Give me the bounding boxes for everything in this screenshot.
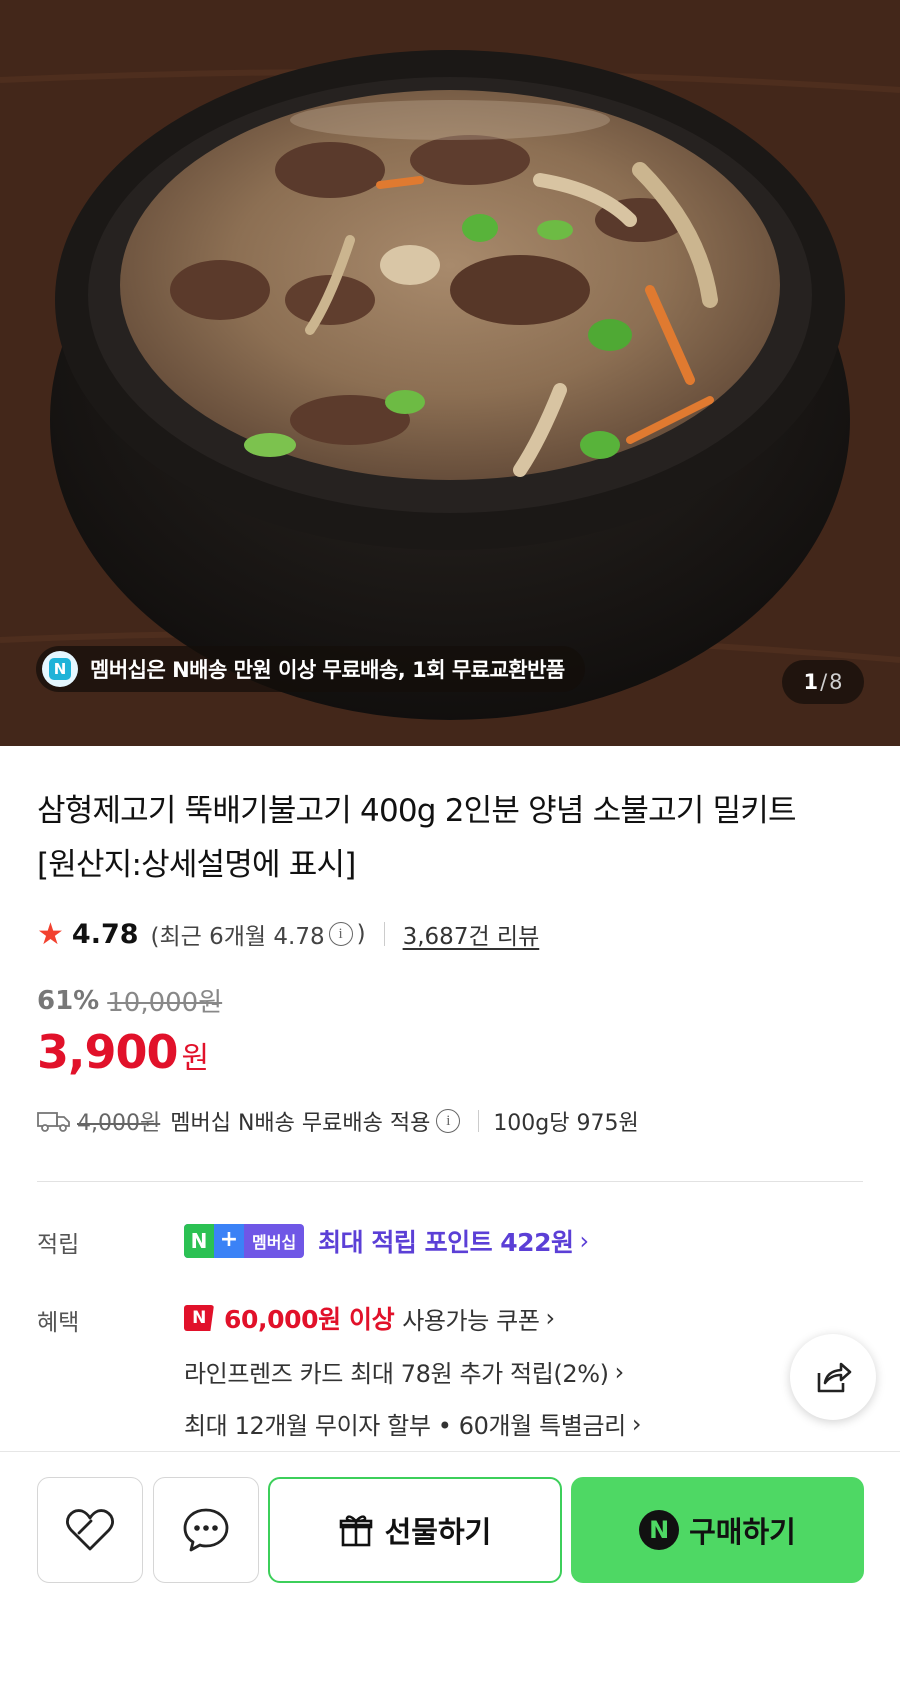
card-benefit-text: 라인프렌즈 카드 최대 78원 추가 적립(2%) <box>184 1360 609 1388</box>
shipping-text: 멤버십 N배송 무료배송 적용 <box>170 1111 431 1136</box>
coupon-amount: 60,000원 이상 <box>224 1305 395 1334</box>
review-count-link[interactable]: 3,687건 리뷰 <box>403 917 540 951</box>
membership-banner: N 멤버십은 N배송 만원 이상 무료배송, 1회 무료교환반품 <box>36 646 585 692</box>
rewards-points-link[interactable]: N + 멤버십 최대 적립 포인트 422원 › <box>184 1223 589 1259</box>
counter-current: 1 <box>803 670 819 694</box>
info-icon[interactable]: i <box>436 1109 461 1133</box>
original-price: 10,000원 <box>107 988 223 1018</box>
recent-rating-close: ) <box>356 921 366 947</box>
chevron-right-icon: › <box>614 1357 625 1386</box>
divider <box>383 922 385 946</box>
coupon-benefit[interactable]: N 60,000원 이상 사용가능 쿠폰 › <box>184 1300 555 1336</box>
banner-text: 멤버십은 N배송 만원 이상 무료배송, 1회 무료교환반품 <box>90 658 565 682</box>
unit-price: 100g당 975원 <box>493 1111 639 1136</box>
recent-rating: (최근 6개월 4.78 i ) <box>151 917 366 951</box>
gift-icon <box>339 1515 372 1547</box>
installment-text: 최대 12개월 무이자 할부 • 60개월 특별금리 <box>184 1412 626 1440</box>
shipping-row: 4,000원 멤버십 N배송 무료배송 적용 i 100g당 975원 <box>37 1105 639 1137</box>
like-button[interactable] <box>37 1477 143 1583</box>
discount-row: 61% 10,000원 <box>37 982 222 1019</box>
chevron-right-icon: › <box>631 1409 642 1438</box>
gift-label: 선물하기 <box>384 1515 492 1549</box>
share-icon <box>817 1362 852 1393</box>
share-button[interactable] <box>790 1334 876 1420</box>
max-points-text: 최대 적립 포인트 422원 <box>318 1228 574 1257</box>
divider <box>478 1110 480 1132</box>
price-value: 3,900 <box>37 1025 179 1079</box>
discount-rate: 61% <box>37 985 100 1016</box>
coupon-text: 사용가능 쿠폰 <box>402 1306 540 1335</box>
heart-icon <box>66 1509 114 1551</box>
n-plus-membership-badge: N + 멤버십 <box>184 1224 305 1258</box>
recent-rating-text: (최근 6개월 4.78 <box>150 924 325 950</box>
chat-button[interactable] <box>153 1477 259 1583</box>
n-badge: N <box>184 1224 214 1258</box>
rating-row: ★ 4.78 (최근 6개월 4.78 i ) 3,687건 리뷰 <box>37 914 539 954</box>
truck-icon <box>37 1112 70 1132</box>
chat-icon <box>183 1508 229 1552</box>
rewards-label: 적립 <box>37 1232 80 1258</box>
buy-button[interactable]: N 구매하기 <box>571 1477 864 1583</box>
image-counter: 1 / 8 <box>782 660 864 704</box>
n-pay-icon: N <box>639 1510 680 1550</box>
buy-label: 구매하기 <box>689 1515 796 1549</box>
info-icon[interactable]: i <box>328 922 353 946</box>
installment-benefit[interactable]: 최대 12개월 무이자 할부 • 60개월 특별금리 › <box>184 1406 641 1441</box>
n-badge-text: N <box>49 658 71 680</box>
price-unit: 원 <box>181 1041 210 1076</box>
n-coupon-badge: N <box>184 1305 214 1331</box>
counter-separator: / <box>820 670 828 694</box>
benefits-label: 혜택 <box>37 1310 80 1336</box>
shipping-original-fee: 4,000원 <box>77 1111 161 1136</box>
rating-score: 4.78 <box>71 918 139 950</box>
counter-total: 8 <box>829 670 843 694</box>
product-image[interactable]: N 멤버십은 N배송 만원 이상 무료배송, 1회 무료교환반품 1 / 8 <box>0 0 900 746</box>
gift-button[interactable]: 선물하기 <box>268 1477 562 1583</box>
plus-badge: + <box>214 1224 244 1258</box>
chevron-right-icon: › <box>545 1304 556 1332</box>
n-delivery-badge: N <box>42 651 78 687</box>
card-benefit[interactable]: 라인프렌즈 카드 최대 78원 추가 적립(2%) › <box>184 1354 624 1389</box>
star-icon: ★ <box>37 916 64 952</box>
product-title: 삼형제고기 뚝배기불고기 400g 2인분 양념 소불고기 밀키트 [원산지:상… <box>37 793 797 883</box>
section-divider <box>37 1181 863 1182</box>
chevron-right-icon: › <box>579 1227 590 1255</box>
membership-badge-text: 멤버십 <box>252 1233 297 1252</box>
product-photo <box>0 0 900 746</box>
sale-price: 3,900 원 <box>37 1025 209 1079</box>
